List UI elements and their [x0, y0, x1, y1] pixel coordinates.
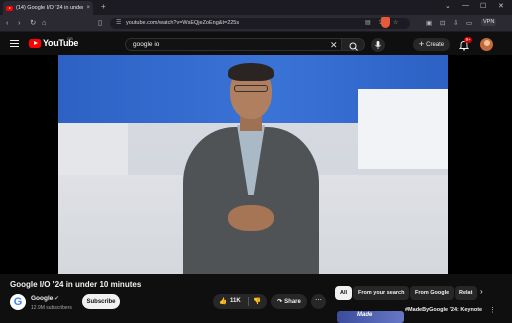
clear-search-icon[interactable]: ✕ — [330, 40, 338, 51]
dislike-icon[interactable]: 👎 — [253, 297, 261, 305]
like-dislike-group: 👍 11K 👎 — [213, 294, 267, 309]
create-button[interactable]: + Create — [413, 38, 450, 51]
more-actions-button[interactable]: ⋯ — [311, 294, 326, 309]
share-label: Share — [284, 298, 301, 305]
downloads-icon[interactable]: ⇩ — [453, 19, 458, 27]
recommended-title[interactable]: #MadeByGoogle '24: Keynote — [405, 307, 482, 313]
bookmark-star-icon[interactable]: ☆ — [393, 19, 398, 26]
like-count[interactable]: 11K — [230, 298, 241, 304]
plus-icon: + — [418, 39, 425, 49]
extensions-icon[interactable]: ▣ — [426, 19, 432, 27]
region-code: GB — [67, 36, 73, 41]
tab-list-icon[interactable]: ⌄ — [445, 2, 451, 10]
recommended-thumbnail[interactable]: Made — [337, 311, 404, 323]
browser-tab-strip: (14) Google I/O '24 in under × + ⌄ — ☐ ✕ — [0, 0, 512, 15]
search-button[interactable] — [341, 38, 365, 51]
voice-search-button[interactable] — [371, 38, 385, 52]
wallet-icon[interactable]: ▭ — [466, 19, 472, 27]
subscriber-count: 12.9M subscribers — [31, 305, 72, 311]
browser-tab[interactable]: (14) Google I/O '24 in under × — [3, 1, 93, 15]
new-tab-button[interactable]: + — [101, 2, 106, 11]
youtube-logo-icon[interactable] — [29, 39, 41, 48]
video-player[interactable] — [0, 55, 512, 274]
thumbnail-text: Made — [357, 312, 373, 318]
chip-related[interactable]: Relat — [455, 286, 477, 300]
video-frame[interactable] — [58, 55, 448, 274]
back-icon[interactable]: ‹ — [6, 18, 9, 27]
search-input[interactable]: google io ✕ — [125, 38, 345, 51]
sidebar-icon[interactable]: ⊡ — [440, 19, 445, 27]
site-info-icon[interactable]: ☰ — [116, 19, 121, 26]
microphone-icon — [375, 41, 381, 49]
avatar[interactable] — [480, 38, 493, 51]
like-icon[interactable]: 👍 — [219, 297, 227, 305]
stage-white-panel — [358, 89, 448, 169]
speaker-hands — [228, 205, 274, 231]
maximize-button[interactable]: ☐ — [480, 2, 486, 10]
bookmark-icon[interactable]: ▯ — [98, 18, 102, 27]
subscribe-button[interactable]: Subscribe — [82, 294, 120, 309]
youtube-favicon-icon — [6, 5, 13, 11]
reload-icon[interactable]: ↻ — [30, 18, 36, 27]
create-label: Create — [426, 41, 445, 48]
shields-icon[interactable] — [381, 17, 390, 28]
close-window-button[interactable]: ✕ — [498, 2, 504, 10]
speaker-hair — [228, 63, 274, 81]
share-button[interactable]: ↷ Share — [271, 294, 307, 309]
tab-title: (14) Google I/O '24 in under — [16, 5, 84, 11]
chip-from-your-search[interactable]: From your search — [353, 286, 410, 300]
chip-all[interactable]: All — [335, 286, 353, 300]
search-icon — [349, 42, 358, 51]
browser-toolbar: ‹ › ↻ ⌂ ▯ ☰ youtube.com/watch?v=WsEQjeZo… — [0, 15, 512, 32]
url-text[interactable]: youtube.com/watch?v=WsEQjeZoEng&t=225s — [126, 20, 239, 26]
url-bar[interactable]: ☰ youtube.com/watch?v=WsEQjeZoEng&t=225s… — [110, 18, 410, 29]
youtube-header: YouTube GB google io ✕ + Create 9+ — [0, 33, 512, 55]
chevron-right-icon[interactable]: › — [480, 287, 483, 296]
menu-icon[interactable] — [10, 40, 19, 47]
minimize-button[interactable]: — — [462, 2, 469, 9]
channel-name[interactable]: Google — [31, 295, 53, 302]
recommended-more-icon[interactable]: ⋮ — [489, 306, 496, 314]
search-query[interactable]: google io — [133, 41, 159, 48]
player-letterbox — [448, 55, 512, 274]
speaker-glasses — [234, 85, 268, 92]
forward-icon[interactable]: › — [18, 18, 21, 27]
channel-avatar[interactable]: G — [10, 294, 26, 310]
like-divider — [248, 297, 249, 306]
verified-icon: ✔ — [54, 296, 60, 302]
vpn-button[interactable]: VPN — [481, 18, 497, 26]
video-title: Google I/O '24 in under 10 minutes — [10, 280, 142, 289]
home-icon[interactable]: ⌂ — [42, 18, 47, 27]
share-icon: ↷ — [277, 299, 283, 305]
notification-badge: 9+ — [464, 37, 473, 43]
reader-view-icon[interactable]: ▤ — [365, 19, 371, 26]
chip-from-google[interactable]: From Google — [410, 286, 455, 300]
tab-close-icon[interactable]: × — [86, 5, 90, 11]
